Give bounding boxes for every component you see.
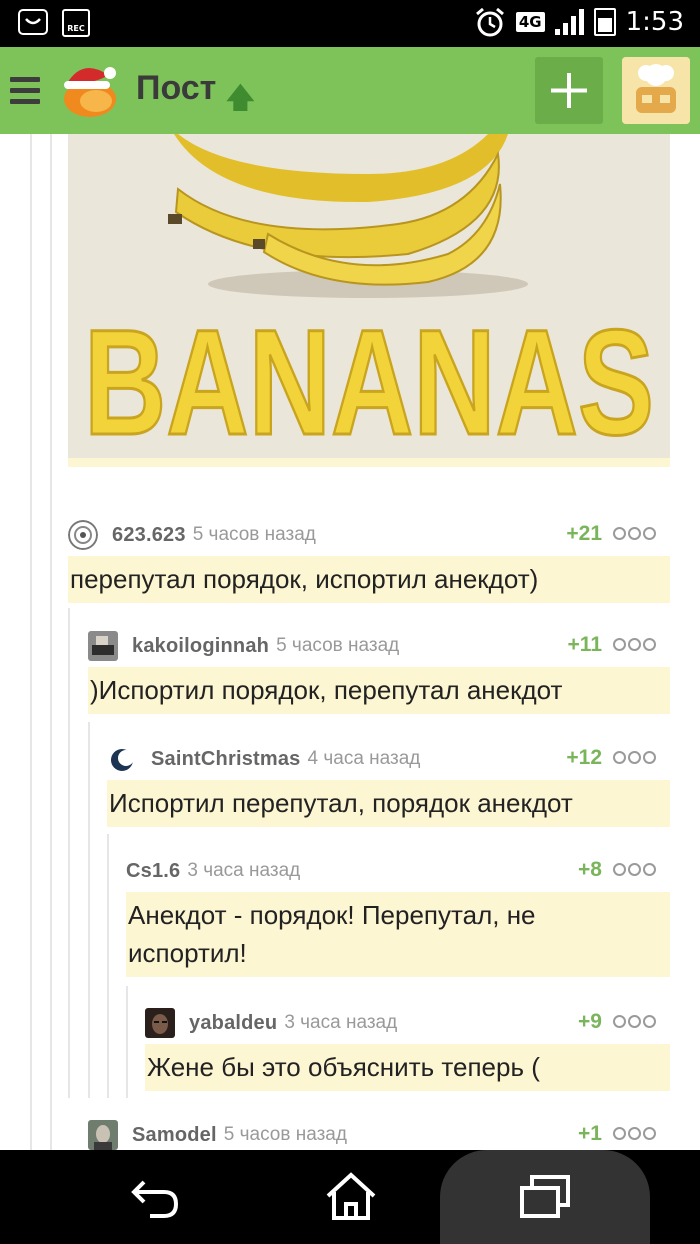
comment-author[interactable]: kakoiloginnah [132, 635, 269, 658]
avatar[interactable] [68, 520, 98, 550]
comment-rating: +8 [578, 858, 602, 881]
comment-text: Жене бы это объяснить теперь ( [145, 1044, 670, 1091]
rec-label: REC [67, 24, 85, 33]
clock: 1:53 [625, 7, 684, 37]
comment-rating: +11 [567, 633, 602, 656]
thread-line [107, 834, 109, 1098]
home-icon[interactable] [324, 1172, 378, 1222]
profile-avatar[interactable] [622, 57, 690, 124]
comment-time: 4 часа назад [307, 748, 421, 769]
post-image[interactable]: BANANAS [68, 134, 670, 458]
comment-rating: +21 [566, 522, 602, 545]
avatar[interactable] [88, 631, 118, 661]
avatar[interactable] [107, 744, 137, 774]
image-footer [68, 458, 670, 467]
back-icon[interactable] [130, 1174, 182, 1220]
comment: 623.623 5 часов назад +21 перепутал поря… [68, 520, 670, 603]
more-options-icon[interactable] [611, 638, 656, 655]
comment-time: 5 часов назад [192, 524, 316, 545]
more-options-icon[interactable] [611, 1127, 656, 1144]
more-options-icon[interactable] [611, 863, 656, 880]
comment-rating: +9 [578, 1010, 602, 1033]
image-caption: BANANAS [84, 298, 654, 458]
comment-text: Испортил перепутал, порядок анекдот [107, 780, 670, 827]
comment: Samodel 5 часов назад +1 [88, 1120, 670, 1150]
comment-time: 3 часа назад [284, 1012, 398, 1033]
app-bar: Пост 🡅 [0, 47, 700, 134]
comment: kakoiloginnah 5 часов назад +11 )Испорти… [88, 631, 670, 714]
avatar[interactable] [145, 1008, 175, 1038]
arrow-up-icon[interactable]: 🡅 [226, 77, 255, 125]
comment-time: 5 часов назад [223, 1124, 347, 1145]
add-post-button[interactable] [535, 57, 603, 124]
comment-author[interactable]: Samodel [132, 1124, 217, 1147]
thread-line [68, 608, 70, 1098]
comment-author[interactable]: SaintChristmas [151, 748, 301, 771]
comment-author[interactable]: 623.623 [112, 524, 186, 547]
comment: yabaldeu 3 часа назад +9 Жене бы это объ… [145, 1008, 670, 1091]
status-bar: REC 4G 1:53 [0, 0, 700, 47]
recents-icon[interactable] [518, 1174, 572, 1220]
menu-icon[interactable] [10, 77, 40, 110]
signal-icon [554, 9, 584, 35]
comment-author[interactable]: yabaldeu [189, 1012, 277, 1035]
more-options-icon[interactable] [611, 527, 656, 544]
post-content: BANANAS 623.623 5 часов назад +21 перепу… [0, 134, 700, 1150]
rec-icon: REC [62, 9, 90, 37]
comment-text: перепутал порядок, испортил анекдот) [68, 556, 670, 603]
navigation-bar [0, 1150, 700, 1244]
battery-icon [593, 8, 616, 36]
pikabu-logo[interactable] [56, 55, 122, 121]
plus-icon [551, 73, 587, 108]
network-4g-icon: 4G [515, 12, 545, 32]
more-options-icon[interactable] [611, 1015, 656, 1032]
thread-line [50, 134, 52, 1150]
comment-rating: +12 [566, 746, 602, 769]
comment: SaintChristmas 4 часа назад +12 Испортил… [107, 744, 670, 827]
comment-text: )Испортил порядок, перепутал анекдот [88, 667, 670, 714]
comment: Cs1.6 3 часа назад +8 Анекдот - порядок!… [126, 856, 670, 977]
thread-line [126, 986, 128, 1098]
more-options-icon[interactable] [611, 751, 656, 768]
avatar[interactable] [88, 1120, 118, 1150]
comment-time: 5 часов назад [276, 635, 400, 656]
comment-author[interactable]: Cs1.6 [126, 860, 180, 883]
thread-line [30, 134, 32, 1150]
alarm-icon [475, 7, 504, 37]
shopping-bag-icon [18, 9, 48, 35]
comment-rating: +1 [578, 1122, 602, 1145]
page-title: Пост [136, 69, 217, 107]
comment-text: Анекдот - порядок! Перепутал, не испорти… [126, 892, 670, 977]
thread-line [88, 722, 90, 1098]
comment-time: 3 часа назад [187, 860, 301, 881]
